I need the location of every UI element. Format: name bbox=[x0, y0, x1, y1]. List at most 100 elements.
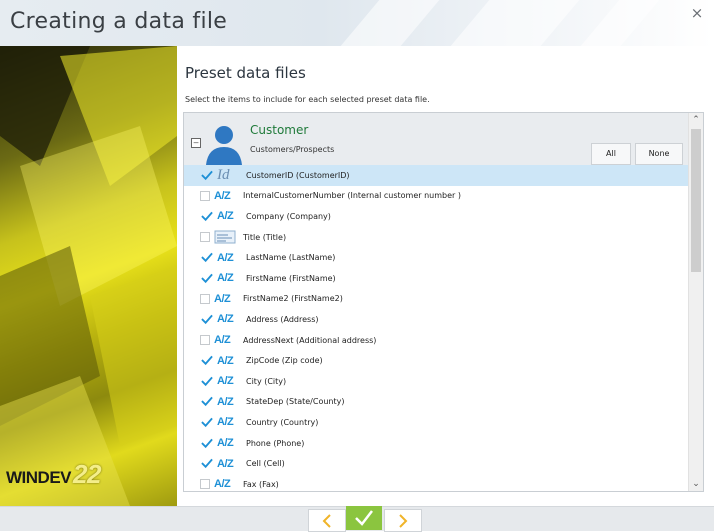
logo-version: 22 bbox=[73, 459, 101, 489]
item-row[interactable]: A/Z FirstName2 (FirstName2) bbox=[184, 289, 688, 310]
header-decoration bbox=[340, 0, 440, 46]
item-row[interactable]: A/Z InternalCustomerNumber (Internal cust… bbox=[184, 186, 688, 207]
text-type-glyph: A/Z bbox=[217, 395, 234, 408]
text-type-glyph: A/Z bbox=[214, 189, 231, 202]
item-row[interactable]: A/Z Country (Country) bbox=[184, 412, 688, 433]
next-button[interactable] bbox=[384, 509, 422, 532]
text-type-icon: A/Z bbox=[217, 416, 243, 428]
item-checkbox[interactable] bbox=[201, 210, 213, 222]
item-row[interactable]: A/Z Fax (Fax) bbox=[184, 474, 688, 491]
id-type-icon: Id bbox=[217, 167, 243, 184]
check-icon bbox=[201, 211, 213, 222]
logo-text: WINDEV bbox=[6, 468, 72, 487]
item-checkbox[interactable] bbox=[201, 458, 213, 470]
check-icon bbox=[201, 252, 213, 263]
text-type-icon: A/Z bbox=[217, 437, 243, 449]
text-type-icon: A/Z bbox=[214, 334, 240, 346]
item-checkbox[interactable] bbox=[201, 313, 213, 325]
text-type-icon: A/Z bbox=[214, 478, 240, 490]
item-list: Id CustomerID (CustomerID) A/Z InternalCust… bbox=[184, 165, 688, 491]
text-type-glyph: A/Z bbox=[214, 334, 231, 347]
check-icon bbox=[201, 376, 213, 386]
item-checkbox[interactable] bbox=[201, 272, 213, 284]
text-type-glyph: A/Z bbox=[217, 416, 234, 429]
check-icon bbox=[201, 458, 213, 469]
item-row[interactable]: A/Z FirstName (FirstName) bbox=[184, 268, 688, 289]
item-checkbox[interactable] bbox=[201, 375, 213, 387]
item-checkbox[interactable] bbox=[200, 190, 210, 201]
group-header: – Customer Customers/Prospects All None bbox=[184, 113, 688, 165]
close-button[interactable]: × bbox=[688, 4, 706, 22]
text-type-icon: A/Z bbox=[217, 252, 243, 264]
item-row[interactable]: Id CustomerID (CustomerID) bbox=[184, 165, 688, 186]
text-type-icon: A/Z bbox=[217, 210, 243, 222]
item-row[interactable]: Title (Title) bbox=[184, 227, 688, 248]
item-checkbox[interactable] bbox=[200, 232, 210, 243]
text-type-glyph: A/Z bbox=[217, 457, 234, 470]
item-row[interactable]: A/Z Address (Address) bbox=[184, 309, 688, 330]
item-checkbox[interactable] bbox=[200, 479, 210, 490]
check-icon bbox=[201, 170, 213, 180]
item-label: Company (Company) bbox=[246, 211, 331, 221]
scrollbar-thumb[interactable] bbox=[691, 129, 701, 272]
combo-type-icon bbox=[214, 230, 240, 244]
item-label: City (City) bbox=[246, 376, 287, 386]
item-label: FirstName2 (FirstName2) bbox=[243, 294, 343, 304]
check-icon bbox=[201, 314, 213, 325]
window-header: Creating a data file × bbox=[0, 0, 714, 46]
check-icon bbox=[201, 397, 213, 407]
previous-button[interactable] bbox=[308, 509, 346, 532]
item-checkbox[interactable] bbox=[201, 396, 213, 408]
item-row[interactable]: A/Z ZipCode (Zip code) bbox=[184, 350, 688, 371]
text-type-glyph: A/Z bbox=[214, 292, 231, 305]
item-row[interactable]: A/Z StateDep (State/County) bbox=[184, 392, 688, 413]
text-type-icon: A/Z bbox=[217, 272, 243, 284]
text-type-icon: A/Z bbox=[217, 375, 243, 387]
group-subtitle: Customers/Prospects bbox=[250, 145, 335, 154]
scroll-up-icon[interactable]: ⌃ bbox=[689, 113, 703, 127]
item-label: Country (Country) bbox=[246, 417, 319, 427]
item-label: Cell (Cell) bbox=[246, 459, 285, 469]
item-row[interactable]: A/Z Cell (Cell) bbox=[184, 453, 688, 474]
header-decoration bbox=[580, 0, 660, 46]
items-panel: – Customer Customers/Prospects All None … bbox=[183, 112, 704, 492]
scroll-down-icon[interactable]: ⌄ bbox=[689, 477, 703, 491]
text-type-icon: A/Z bbox=[217, 396, 243, 408]
text-type-glyph: A/Z bbox=[217, 375, 234, 388]
check-icon bbox=[201, 355, 213, 366]
combo-type-icon bbox=[214, 230, 236, 244]
text-type-icon: A/Z bbox=[214, 293, 240, 305]
item-label: LastName (LastName) bbox=[246, 253, 336, 263]
item-label: FirstName (FirstName) bbox=[246, 273, 336, 283]
item-checkbox[interactable] bbox=[201, 169, 213, 181]
select-all-button[interactable]: All bbox=[591, 143, 631, 165]
group-title: Customer bbox=[250, 123, 309, 137]
person-icon bbox=[206, 126, 242, 165]
select-none-button[interactable]: None bbox=[635, 143, 683, 165]
item-checkbox[interactable] bbox=[201, 355, 213, 367]
item-checkbox[interactable] bbox=[201, 437, 213, 449]
item-label: Fax (Fax) bbox=[243, 479, 279, 489]
finish-button[interactable] bbox=[346, 506, 382, 530]
id-type-glyph: Id bbox=[217, 167, 230, 184]
check-icon bbox=[355, 510, 373, 526]
item-checkbox[interactable] bbox=[200, 335, 210, 346]
item-checkbox[interactable] bbox=[201, 252, 213, 264]
collapse-toggle[interactable]: – bbox=[191, 138, 201, 148]
item-row[interactable]: A/Z AddressNext (Additional address) bbox=[184, 330, 688, 351]
check-icon bbox=[201, 273, 213, 283]
text-type-glyph: A/Z bbox=[217, 251, 234, 264]
brand-artwork: WINDEV22 bbox=[0, 46, 177, 506]
vertical-scrollbar[interactable]: ⌃ ⌄ bbox=[688, 113, 703, 491]
item-row[interactable]: A/Z City (City) bbox=[184, 371, 688, 392]
text-type-icon: A/Z bbox=[214, 190, 240, 202]
item-label: Address (Address) bbox=[246, 314, 319, 324]
item-checkbox[interactable] bbox=[201, 416, 213, 428]
item-row[interactable]: A/Z LastName (LastName) bbox=[184, 247, 688, 268]
item-row[interactable]: A/Z Company (Company) bbox=[184, 206, 688, 227]
text-type-glyph: A/Z bbox=[217, 354, 234, 367]
check-icon bbox=[201, 417, 213, 428]
item-row[interactable]: A/Z Phone (Phone) bbox=[184, 433, 688, 454]
section-description: Select the items to include for each sel… bbox=[185, 95, 430, 104]
item-checkbox[interactable] bbox=[200, 293, 210, 304]
